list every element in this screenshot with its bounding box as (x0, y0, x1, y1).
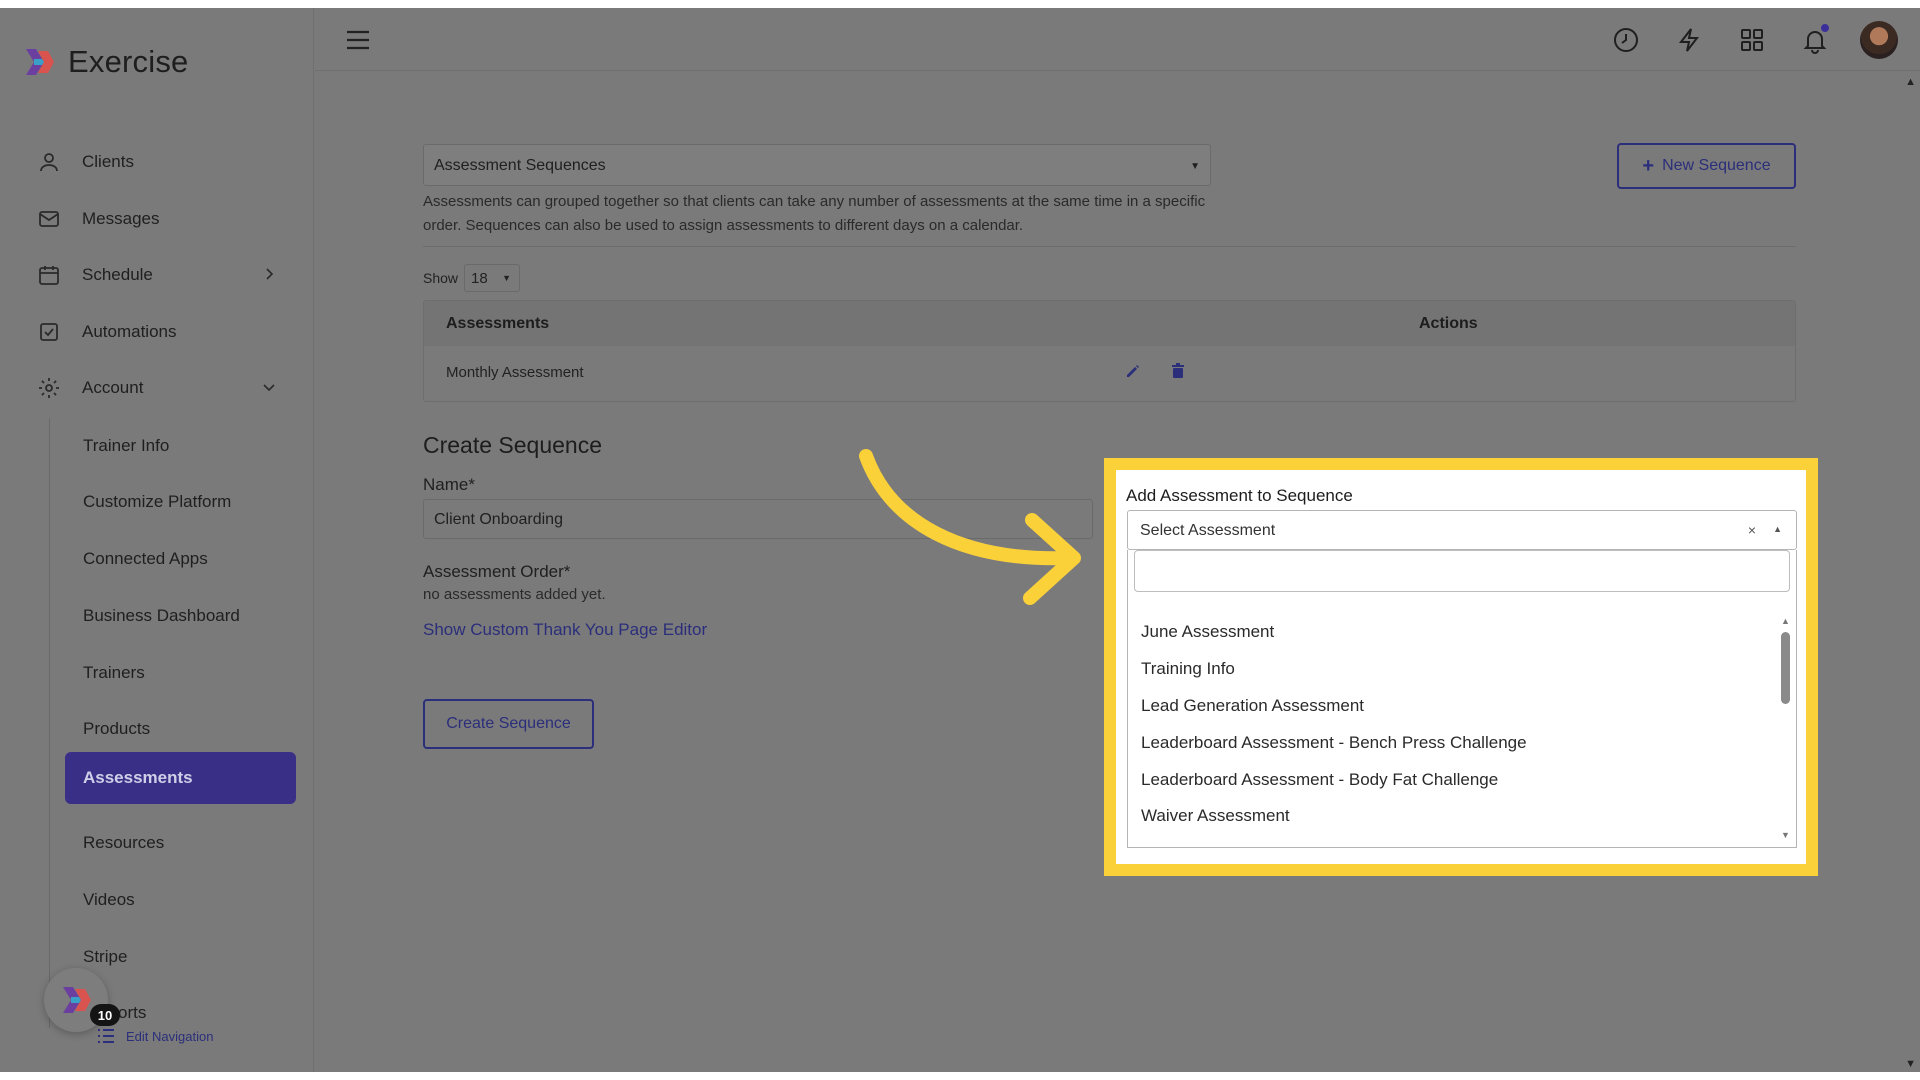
mail-icon (36, 206, 62, 232)
sidebar-item-messages[interactable]: Messages (36, 199, 286, 239)
user-icon (36, 149, 62, 175)
page-size-select[interactable]: 18 ▼ (464, 264, 521, 292)
scroll-down-icon[interactable]: ▼ (1781, 830, 1790, 840)
plus-icon: + (1642, 154, 1655, 177)
list-icon (98, 1029, 114, 1043)
dropdown-option[interactable]: Waiver Assessment (1141, 806, 1290, 826)
scroll-down-icon[interactable]: ▼ (1905, 1058, 1916, 1070)
new-sequence-label: New Sequence (1662, 157, 1771, 174)
sidebar-subitem-assessments[interactable]: Assessments (65, 752, 296, 804)
name-label: Name* (423, 475, 475, 494)
create-sequence-button[interactable]: Create Sequence (423, 699, 594, 749)
edit-navigation-link[interactable]: Edit Navigation (96, 1026, 213, 1046)
sidebar-subitem-products[interactable]: Products (83, 709, 150, 749)
assessment-select-placeholder: Select Assessment (1140, 522, 1276, 539)
assessment-select[interactable]: Select Assessment × ▲ (1127, 510, 1797, 550)
add-assessment-label: Add Assessment to Sequence (1126, 486, 1353, 505)
edit-navigation-label: Edit Navigation (126, 1028, 214, 1044)
sidebar-item-schedule[interactable]: Schedule (36, 255, 286, 295)
new-sequence-button[interactable]: + New Sequence (1617, 143, 1796, 189)
add-assessment-panel: Add Assessment to Sequence Select Assess… (1104, 458, 1818, 876)
assessment-search-input[interactable] (1134, 550, 1790, 592)
app-name: Exercise (68, 44, 189, 79)
dropdown-option[interactable]: Lead Generation Assessment (1141, 696, 1364, 716)
page-size-control: Show 18 ▼ (423, 264, 521, 292)
sequences-table: Assessments Actions Monthly Assessment (423, 300, 1796, 402)
table-header: Assessments Actions (424, 301, 1795, 346)
top-bar (315, 8, 1920, 71)
sidebar-subitem-resources[interactable]: Resources (83, 823, 164, 863)
exercise-logo-icon (63, 987, 91, 1013)
exercise-logo-icon (26, 49, 54, 75)
grid-icon[interactable] (1738, 26, 1766, 54)
scrollbar-thumb[interactable] (1781, 632, 1790, 704)
show-label: Show (423, 270, 459, 286)
sequence-type-select[interactable]: Assessment Sequences ▼ (423, 144, 1211, 186)
thank-you-editor-link[interactable]: Show Custom Thank You Page Editor (423, 620, 707, 640)
chevron-right-icon (260, 265, 278, 283)
table-row-assessment-name: Monthly Assessment (446, 364, 584, 381)
sidebar-item-account[interactable]: Account (36, 368, 286, 408)
calendar-icon (36, 262, 62, 288)
notification-dot (1821, 24, 1829, 32)
sidebar-item-label: Account (82, 378, 144, 397)
sidebar-item-label: Automations (82, 322, 177, 341)
sidebar-subitem-trainer-info[interactable]: Trainer Info (83, 426, 169, 466)
assessment-order-label: Assessment Order* (423, 562, 571, 581)
chevron-down-icon (260, 378, 278, 396)
assessment-dropdown: June Assessment Training Info Lead Gener… (1127, 550, 1797, 848)
sidebar-subitem-customize-platform[interactable]: Customize Platform (83, 482, 231, 522)
sidebar-item-label: Schedule (82, 265, 153, 284)
sidebar-item-automations[interactable]: Automations (36, 312, 286, 352)
menu-icon[interactable] (345, 28, 371, 52)
assessment-order-empty: no assessments added yet. (423, 586, 606, 603)
sidebar-subitem-business-dashboard[interactable]: Business Dashboard (83, 596, 240, 636)
clear-icon[interactable]: × (1748, 522, 1756, 538)
app-window: Exercise Clients Messages Schedule Autom… (0, 8, 1920, 1072)
caret-down-icon: ▼ (502, 273, 512, 283)
bell-icon[interactable] (1801, 24, 1829, 54)
scroll-up-icon[interactable]: ▲ (1905, 76, 1916, 88)
gear-icon (36, 375, 62, 401)
sidebar-item-label: Clients (82, 152, 134, 171)
sidebar-subitem-videos[interactable]: Videos (83, 880, 135, 920)
dropdown-scrollbar[interactable]: ▲ ▼ (1781, 616, 1790, 840)
sequence-help-text: Assessments can grouped together so that… (423, 193, 1206, 234)
caret-down-icon: ▼ (1190, 161, 1200, 172)
create-sequence-title: Create Sequence (423, 432, 603, 458)
caret-up-icon[interactable]: ▲ (1773, 524, 1782, 534)
column-header-actions: Actions (1419, 315, 1478, 332)
app-logo[interactable]: Exercise (22, 44, 188, 80)
dropdown-option[interactable]: Training Info (1141, 659, 1235, 679)
checkbox-icon (36, 319, 62, 345)
pencil-icon[interactable] (1125, 363, 1143, 381)
dropdown-option[interactable]: Leaderboard Assessment - Bench Press Cha… (1141, 733, 1527, 753)
column-header-assessments: Assessments (446, 315, 550, 332)
page-size-value: 18 (471, 270, 488, 287)
sequence-name-value: Client Onboarding (434, 511, 563, 528)
sidebar-subitem-connected-apps[interactable]: Connected Apps (83, 539, 208, 579)
dropdown-option[interactable]: Leaderboard Assessment - Body Fat Challe… (1141, 770, 1498, 790)
sequence-type-value: Assessment Sequences (434, 157, 606, 174)
sidebar-subitem-trainers[interactable]: Trainers (83, 653, 145, 693)
callout-arrow (859, 449, 1081, 605)
divider (423, 246, 1796, 247)
scroll-up-icon[interactable]: ▲ (1781, 616, 1790, 626)
avatar[interactable] (1860, 21, 1898, 59)
lightning-icon[interactable] (1675, 26, 1703, 54)
notification-count-badge: 10 (90, 1004, 120, 1026)
sidebar-item-label: Messages (82, 209, 160, 228)
history-icon[interactable] (1612, 26, 1640, 54)
trash-icon[interactable] (1170, 363, 1188, 381)
subnav-divider (49, 418, 50, 1028)
sidebar-item-clients[interactable]: Clients (36, 142, 286, 182)
dropdown-option[interactable]: June Assessment (1141, 622, 1274, 642)
sidebar: Exercise Clients Messages Schedule Autom… (0, 8, 314, 1072)
